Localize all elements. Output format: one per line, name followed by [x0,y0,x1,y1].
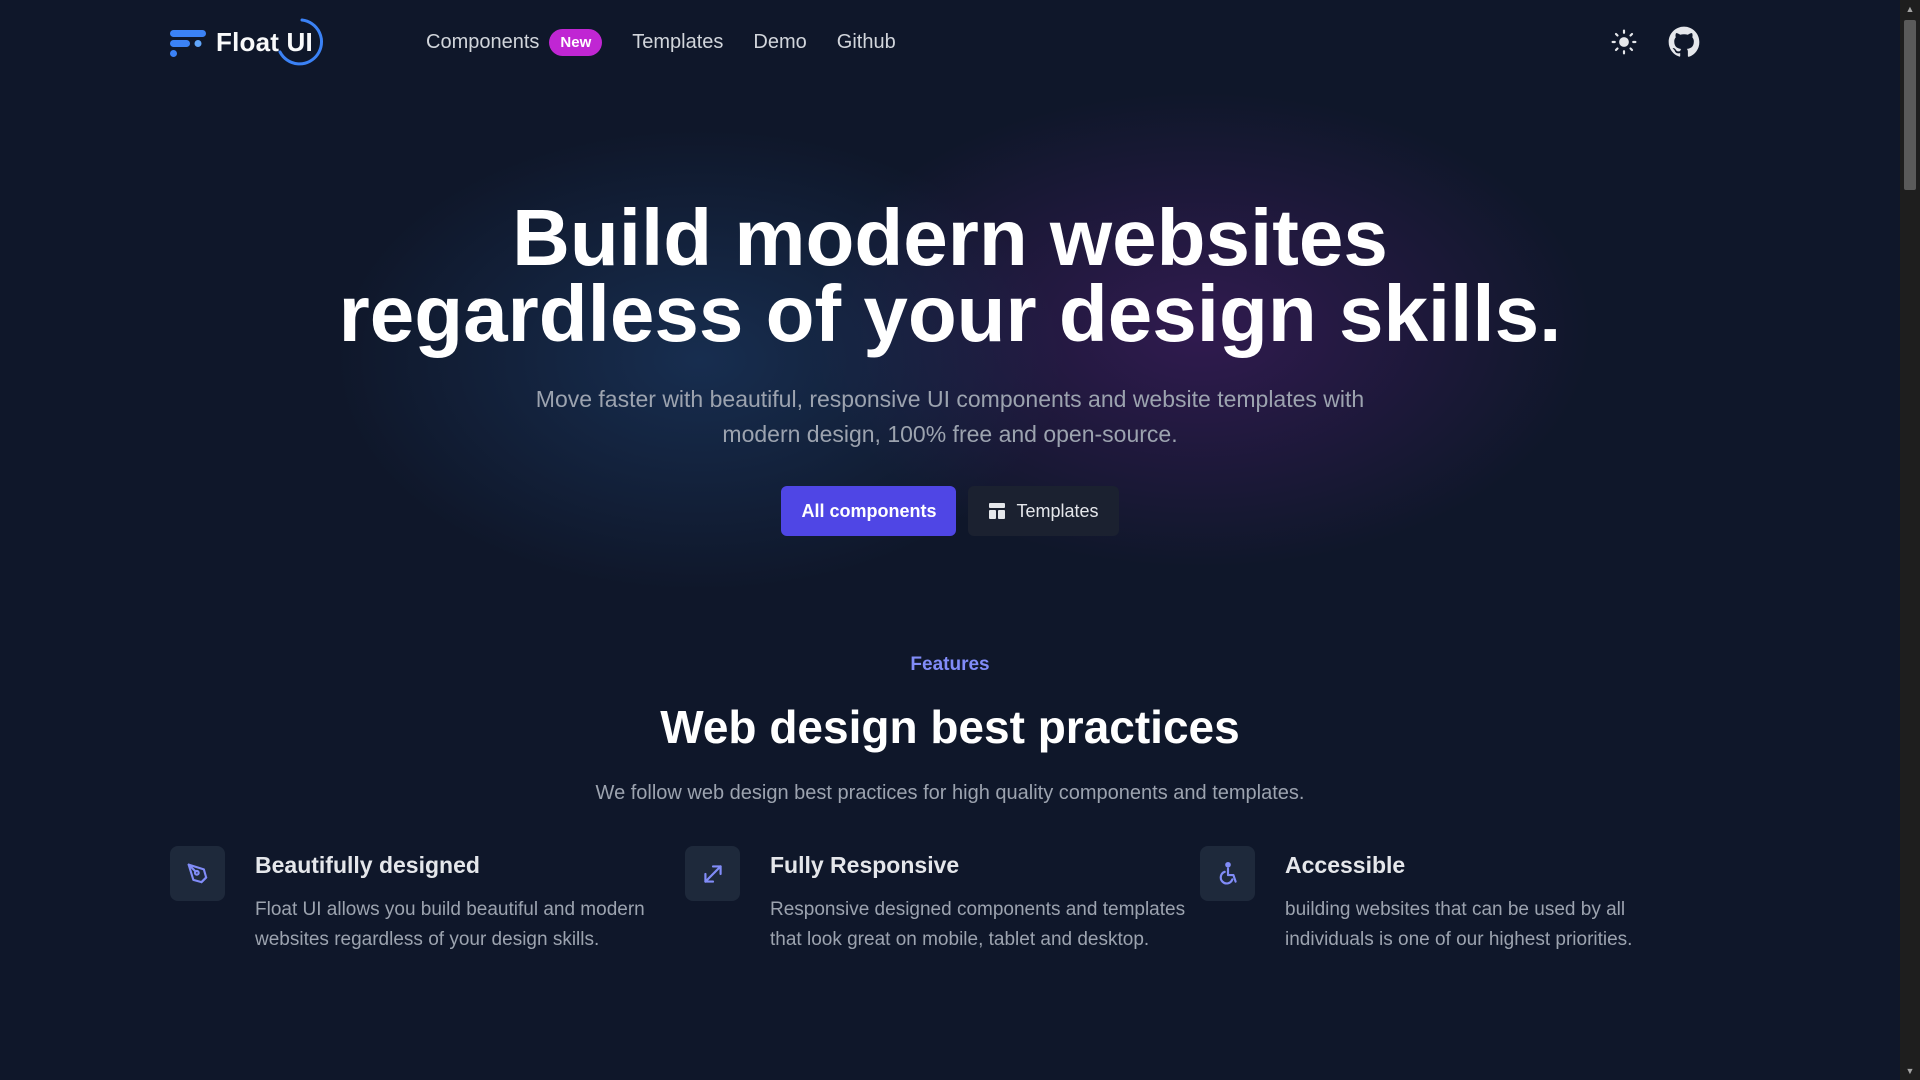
scroll-up-icon[interactable]: ▲ [1900,0,1920,18]
feature-icon-box [170,846,225,901]
feature-content: Fully Responsive Responsive designed com… [770,846,1200,955]
site-header: Float UI Components New Templates Demo G… [0,0,1900,84]
float-ui-logo-icon [168,22,208,62]
feature-icon-box [1200,846,1255,901]
header-actions [1608,22,1700,62]
feature-list: Beautifully designed Float UI allows you… [170,846,1700,955]
hero-subtitle: Move faster with beautiful, responsive U… [535,386,1365,447]
hero-title-line-2: regardless of your design skills. [338,269,1562,358]
new-badge: New [549,28,603,56]
scrollbar-thumb[interactable] [1904,20,1916,190]
accessibility-icon [1219,861,1237,884]
feature-title: Accessible [1285,852,1406,878]
hero-title-line-1: Build modern websites [512,193,1388,282]
nav-item-label: Templates [632,30,724,53]
vertical-scrollbar[interactable]: ▲ ▼ [1900,0,1920,1080]
resize-arrows-icon [703,864,722,883]
github-link[interactable] [1668,26,1700,58]
features-subtitle: We follow web design best practices for … [595,782,1305,804]
main-nav: Components New Templates Demo Github [426,22,896,62]
theme-toggle-button[interactable] [1608,26,1640,58]
feature-item: Accessible building websites that can be… [1200,846,1715,955]
templates-button-label: Templates [1016,500,1099,521]
features-title: Web design best practices [660,701,1240,753]
layout-icon [989,503,1006,519]
feature-description: Responsive designed components and templ… [770,899,1186,950]
feature-title: Beautifully designed [255,852,480,878]
feature-description: Float UI allows you build beautiful and … [255,899,645,950]
logo-ring-decoration [278,18,323,66]
feature-content: Beautifully designed Float UI allows you… [255,846,685,955]
feature-item: Fully Responsive Responsive designed com… [685,846,1200,955]
nav-item-label: Components [426,30,540,53]
pen-tool-icon [187,863,207,883]
features-header: Features Web design best practices We fo… [0,654,1900,805]
nav-item-label: Demo [753,30,807,53]
hero-section: Build modern websites regardless of your… [0,193,1900,536]
all-components-button[interactable]: All components [781,486,957,536]
nav-item-components[interactable]: Components New [426,28,603,56]
brand-logo[interactable]: Float UI [168,14,323,70]
sun-icon [1611,29,1637,55]
feature-content: Accessible building websites that can be… [1285,846,1715,955]
nav-item-github[interactable]: Github [837,31,896,54]
templates-button[interactable]: Templates [968,486,1119,536]
scroll-down-icon[interactable]: ▼ [1900,1062,1920,1080]
feature-icon-box [685,846,740,901]
feature-item: Beautifully designed Float UI allows you… [170,846,685,955]
hero-actions: All components Templates [0,486,1900,536]
nav-item-templates[interactable]: Templates [632,31,723,54]
hero-title: Build modern websites regardless of your… [0,193,1900,358]
github-icon [1668,26,1700,57]
feature-title: Fully Responsive [770,852,960,878]
nav-item-label: Github [836,30,896,53]
features-eyebrow: Features [910,654,990,675]
feature-description: building websites that can be used by al… [1285,899,1633,950]
nav-item-demo[interactable]: Demo [753,31,806,54]
page: Float UI Components New Templates Demo G… [0,0,1920,1080]
